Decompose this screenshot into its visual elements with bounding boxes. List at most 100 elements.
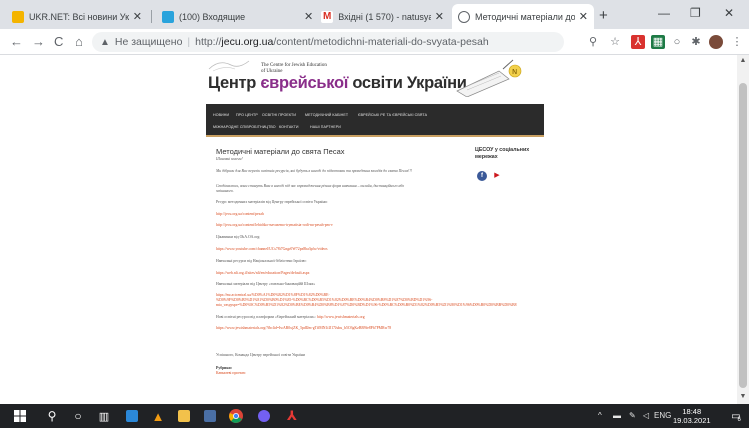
page-scrollbar[interactable]: ▲ ▼ <box>737 55 749 404</box>
new-tab-button[interactable]: + <box>599 7 608 24</box>
url-protocol: http:// <box>195 36 222 48</box>
url-host: jecu.org.ua <box>221 36 274 48</box>
scrollbar-thumb[interactable] <box>739 83 747 388</box>
network-icon[interactable]: ▬ <box>613 411 621 420</box>
ukrnet-icon <box>12 10 24 23</box>
notification-count: 6 <box>737 417 741 423</box>
resource-link[interactable]: https://www.jewishmaterials.org/?fbclid=… <box>216 326 466 331</box>
article-signoff: Успішного, Команда Центру єврейської осв… <box>216 353 305 357</box>
separator: | <box>187 36 191 48</box>
resource-link-continued[interactable]: mia_vasypsps=%D0%9C%D0%B5%D1%82%D0%BE%D0… <box>216 303 546 308</box>
platform-heading: Нові освітні ресурси від платформи «Євре… <box>216 315 466 320</box>
language-indicator[interactable]: ENG <box>654 411 671 420</box>
library-heading: Навчальні ресурси від Національної біблі… <box>216 259 307 263</box>
tab-mail[interactable]: (100) Входящие <box>156 4 298 29</box>
address-bar[interactable]: ▲ Не защищено | http:// jecu.org.ua /con… <box>92 32 564 52</box>
reload-icon[interactable]: C <box>54 34 63 49</box>
viber-icon[interactable] <box>252 404 276 428</box>
cortana-icon[interactable]: ○ <box>66 404 90 428</box>
logo-word: освіти України <box>348 74 467 92</box>
nav-item-partners[interactable]: НАШІ ПАРТНЕРИ <box>310 125 341 129</box>
tab-ukrnet[interactable]: UKR.NET: Всі новини Україн ✕ <box>6 4 148 29</box>
site-logo[interactable]: Центр єврейської освіти України <box>208 74 467 93</box>
back-icon[interactable]: ← <box>10 34 23 49</box>
resource-link[interactable]: http://www.jewishmaterials.org <box>317 315 365 319</box>
nav-item-holidays[interactable]: ЄВРЕЙСЬКІ РЕ ТА ЄВРЕЙСЬКІ СВЯТА <box>358 113 427 117</box>
resource-link[interactable]: https://web.nli.org.il/sites/nli/en/educ… <box>216 271 466 276</box>
article-greeting: Шановні колеги! <box>216 157 243 161</box>
article-note: Сподіваємось, вони стануть Вам в нагоді … <box>216 184 405 193</box>
menu-kebab-icon[interactable]: ⋮ <box>730 35 744 49</box>
page-title: Методичні матеріали до свята Песах <box>216 147 345 156</box>
windows-start-icon[interactable] <box>8 404 32 428</box>
sheets-extension-icon[interactable]: ▦ <box>651 35 665 49</box>
clock-date: 19.03.2021 <box>673 416 711 425</box>
home-icon[interactable]: ⌂ <box>75 34 83 49</box>
resource-link[interactable]: https://www.youtube.com/channel/UCs78i7G… <box>216 247 466 252</box>
system-clock[interactable]: 18:48 19.03.2021 <box>673 407 711 425</box>
pen-icon[interactable]: ✎ <box>629 411 636 420</box>
sidebar-title: ЦЕСОУ у соціальних мережах <box>475 147 530 160</box>
warning-icon[interactable]: ▲ <box>100 37 110 48</box>
tab-gmail[interactable]: ✕ M Вхідні (1 570) - natusya20@ ✕ <box>298 4 450 29</box>
zoom-icon[interactable]: ⚲ <box>586 35 600 49</box>
youtube-icon[interactable]: ▶ <box>492 171 502 181</box>
scroll-up-icon[interactable]: ▲ <box>737 57 749 64</box>
mail-icon <box>162 10 174 23</box>
resources-heading: Ресурс методичних матеріалів від Центру … <box>216 200 328 204</box>
facebook-icon[interactable]: f <box>477 171 487 181</box>
scroll-down-icon[interactable]: ▼ <box>737 393 749 400</box>
svg-text:N: N <box>512 68 517 76</box>
nav-item-contacts[interactable]: КОНТАКТИ <box>279 125 299 129</box>
nav-item-about[interactable]: ПРО ЦЕНТР <box>236 113 258 117</box>
close-window-icon[interactable]: ✕ <box>724 6 734 20</box>
windows-taskbar: ⚲ ○ ▥ ▲ ⅄ ^ ▬ ✎ ◁ ENG 18:48 19.03.2021 ▭… <box>0 404 749 428</box>
resource-link[interactable]: http://jecu.org.ua/content/lehtchko-nava… <box>216 223 466 228</box>
close-icon[interactable]: ✕ <box>579 10 588 23</box>
chrome-icon[interactable] <box>224 404 248 428</box>
tab-label: (100) Входящие <box>179 11 246 22</box>
avatar[interactable] <box>709 35 723 49</box>
volume-icon[interactable]: ◁ <box>643 411 649 420</box>
pdf-extension-icon[interactable]: ⅄ <box>631 35 645 49</box>
vlc-icon[interactable]: ▲ <box>146 404 170 428</box>
torah-scroll-icon: N <box>456 59 522 97</box>
close-icon[interactable]: ✕ <box>435 10 444 23</box>
chevron-up-icon[interactable]: ^ <box>598 411 602 420</box>
tab-label: Методичні матеріали до св <box>475 11 575 22</box>
notification-center-icon[interactable]: ▭ 6 <box>724 404 748 428</box>
category-link[interactable]: Кавказеві проекти <box>216 371 466 376</box>
security-label: Не защищено <box>114 36 183 48</box>
nav-item-projects[interactable]: ОСВІТНІ ПРОЕКТИ <box>262 113 296 117</box>
calculator-icon[interactable] <box>198 404 222 428</box>
maximize-icon[interactable]: ❐ <box>690 6 701 20</box>
decor-flourish-icon <box>208 60 250 72</box>
extension-icon[interactable]: ○ <box>670 35 684 49</box>
bookmark-star-icon[interactable]: ☆ <box>608 35 622 49</box>
gmail-icon: M <box>321 10 334 23</box>
close-icon[interactable]: ✕ <box>304 10 313 23</box>
nav-item-international[interactable]: МІЖНАРОДНЕ СПІВРОБІТНИЦТВО <box>213 125 276 129</box>
tab-active-methodical[interactable]: Методичні матеріали до св ✕ <box>452 4 594 29</box>
pdf-reader-icon[interactable]: ⅄ <box>280 404 304 428</box>
nav-item-methodical[interactable]: МЕТОДИЧНИЙ КАБІНЕТ <box>305 113 348 117</box>
article-intro: Ми дібрали для Вас перелік освітніх ресу… <box>216 169 412 173</box>
file-explorer-icon[interactable] <box>172 404 196 428</box>
logo-word: Центр <box>208 74 261 92</box>
page-viewport: The Centre for Jewish Education of Ukrai… <box>0 55 749 404</box>
site-container: The Centre for Jewish Education of Ukrai… <box>205 55 545 404</box>
minimize-icon[interactable]: — <box>658 6 670 20</box>
close-icon[interactable]: ✕ <box>133 10 142 23</box>
main-navigation: НОВИНИ ПРО ЦЕНТР ОСВІТНІ ПРОЕКТИ МЕТОДИЧ… <box>206 104 544 137</box>
platform-heading-text: Нові освітні ресурси від платформи «Євре… <box>216 315 316 319</box>
task-view-icon[interactable]: ▥ <box>92 404 116 428</box>
search-icon[interactable]: ⚲ <box>40 404 64 428</box>
nav-item-news[interactable]: НОВИНИ <box>213 113 229 117</box>
forward-icon[interactable]: → <box>32 34 45 49</box>
globe-icon <box>458 10 470 23</box>
taskbar-app-icon[interactable] <box>120 404 144 428</box>
site-header: The Centre for Jewish Education of Ukrai… <box>205 55 545 103</box>
resource-link[interactable]: http://jecu.org.ua/content/pesah <box>216 212 466 217</box>
screen: UKR.NET: Всі новини Україн ✕ (100) Входя… <box>0 0 749 428</box>
puzzle-icon[interactable]: ✱ <box>689 35 703 49</box>
